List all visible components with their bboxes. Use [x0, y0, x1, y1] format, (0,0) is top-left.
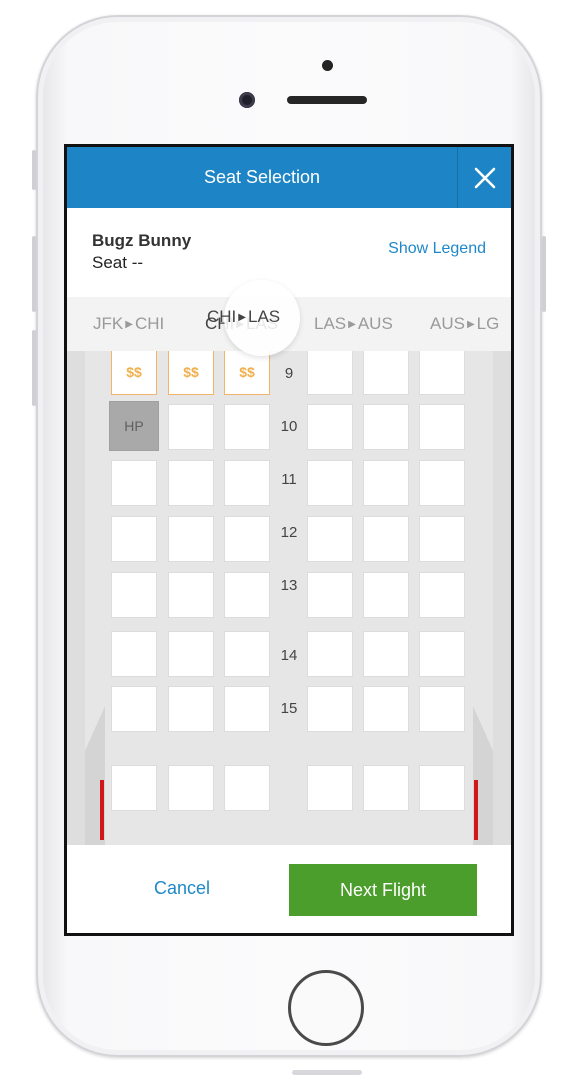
mute-switch	[32, 150, 36, 190]
seat-14c[interactable]	[224, 631, 270, 677]
seat-10b[interactable]	[168, 404, 214, 450]
seat-10e[interactable]	[363, 404, 409, 450]
active-leg-highlight: CHI ▶ LAS	[207, 280, 300, 356]
cancel-button[interactable]: Cancel	[127, 873, 237, 903]
row-label-15: 15	[280, 700, 298, 717]
leg-origin: JFK	[93, 314, 124, 333]
row-label-11: 11	[281, 471, 297, 488]
seat-10c[interactable]	[224, 404, 270, 450]
seat-13b[interactable]	[168, 572, 214, 618]
seat-9f[interactable]	[419, 351, 465, 395]
seat-10d[interactable]	[307, 404, 353, 450]
seat-13d[interactable]	[307, 572, 353, 618]
seat-partial-row[interactable]	[363, 765, 409, 811]
seat-11a[interactable]	[111, 460, 157, 506]
row-label-9: 9	[284, 365, 294, 382]
seat-10f[interactable]	[419, 404, 465, 450]
passenger-name: Bugz Bunny	[92, 231, 192, 250]
seat-map: ABCDEF9$$$$$$10HP1112131415	[67, 351, 511, 845]
seat-12e[interactable]	[363, 516, 409, 562]
seat-partial-row[interactable]	[168, 765, 214, 811]
seat-14a[interactable]	[111, 631, 157, 677]
leg-destination: LAS	[247, 307, 281, 326]
modal-header: Seat Selection	[67, 147, 511, 208]
volume-up-button	[32, 236, 36, 312]
seat-15d[interactable]	[307, 686, 353, 732]
seat-partial-row[interactable]	[111, 765, 157, 811]
leg-origin: LAS	[314, 314, 347, 333]
passenger-seat: Seat --	[92, 253, 144, 272]
leg-origin: CHI	[207, 307, 237, 326]
seat-14b[interactable]	[168, 631, 214, 677]
seat-15a[interactable]	[111, 686, 157, 732]
caret-right-icon: ▶	[348, 319, 356, 330]
earpiece-speaker	[287, 96, 367, 104]
seat-14e[interactable]	[363, 631, 409, 677]
leg-origin: AUS	[430, 314, 465, 333]
seat-14d[interactable]	[307, 631, 353, 677]
power-button	[542, 236, 546, 312]
next-flight-button[interactable]: Next Flight	[289, 864, 477, 916]
seat-9a[interactable]: $$	[111, 351, 157, 395]
caret-right-icon: ▶	[125, 319, 133, 330]
row-label-14: 14	[280, 647, 298, 664]
caret-right-icon: ▶	[238, 312, 246, 323]
seat-13f[interactable]	[419, 572, 465, 618]
seat-15e[interactable]	[363, 686, 409, 732]
seat-9c[interactable]: $$	[224, 351, 270, 395]
volume-down-button	[32, 330, 36, 406]
seat-12c[interactable]	[224, 516, 270, 562]
seat-12b[interactable]	[168, 516, 214, 562]
seat-10a: HP	[109, 401, 159, 451]
row-label-13: 13	[280, 577, 298, 594]
seat-11d[interactable]	[307, 460, 353, 506]
seat-partial-row[interactable]	[419, 765, 465, 811]
seat-13a[interactable]	[111, 572, 157, 618]
proximity-sensor	[322, 60, 333, 71]
front-camera	[239, 92, 255, 108]
home-button[interactable]	[288, 970, 364, 1046]
exit-row-marker-right	[474, 780, 478, 840]
tab-leg-las-aus[interactable]: LAS ▶ AUS	[314, 297, 393, 351]
seat-11c[interactable]	[224, 460, 270, 506]
seat-13e[interactable]	[363, 572, 409, 618]
tab-leg-aus-lg[interactable]: AUS ▶ LG	[430, 297, 499, 351]
caret-right-icon: ▶	[466, 319, 475, 330]
seat-11b[interactable]	[168, 460, 214, 506]
tab-leg-jfk-chi[interactable]: JFK ▶ CHI	[93, 297, 164, 351]
seat-9d[interactable]	[307, 351, 353, 395]
leg-destination: LG	[476, 314, 500, 333]
leg-destination: CHI	[134, 314, 165, 333]
seat-9e[interactable]	[363, 351, 409, 395]
row-label-10: 10	[280, 418, 298, 435]
seat-13c[interactable]	[224, 572, 270, 618]
seat-partial-row[interactable]	[307, 765, 353, 811]
seat-15b[interactable]	[168, 686, 214, 732]
seat-15f[interactable]	[419, 686, 465, 732]
close-icon	[474, 167, 495, 188]
seat-partial-row[interactable]	[224, 765, 270, 811]
seat-12a[interactable]	[111, 516, 157, 562]
leg-destination: AUS	[357, 314, 393, 333]
row-label-12: 12	[280, 524, 298, 541]
show-legend-link[interactable]: Show Legend	[388, 240, 486, 258]
app-screen: Seat Selection Bugz Bunny Seat -- Show L…	[64, 144, 514, 936]
exit-row-marker-left	[100, 780, 104, 840]
seat-12f[interactable]	[419, 516, 465, 562]
seat-11f[interactable]	[419, 460, 465, 506]
phone-bottom-edge	[292, 1070, 362, 1075]
seat-9b[interactable]: $$	[168, 351, 214, 395]
close-button[interactable]	[457, 147, 511, 208]
seat-12d[interactable]	[307, 516, 353, 562]
action-footer: Cancel Next Flight	[67, 845, 511, 933]
page-title: Seat Selection	[203, 167, 321, 187]
seat-11e[interactable]	[363, 460, 409, 506]
seat-14f[interactable]	[419, 631, 465, 677]
active-leg-label: CHI ▶ LAS	[207, 307, 280, 327]
seat-15c[interactable]	[224, 686, 270, 732]
